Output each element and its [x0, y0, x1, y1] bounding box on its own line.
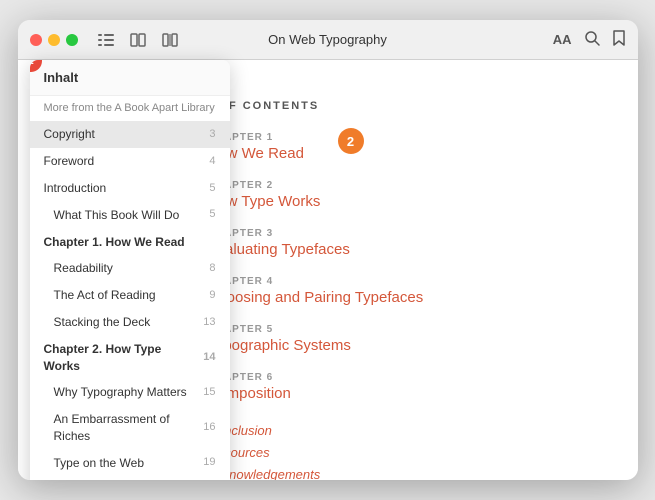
- copyright-page: 3: [209, 127, 215, 142]
- ch2-dropdown-label: Chapter 2. How Type Works: [44, 341, 196, 375]
- traffic-lights: [30, 34, 78, 46]
- toc-extra-acknowledgements[interactable]: Acknowledgements: [208, 464, 488, 480]
- toc-item-ch5: CHAPTER 5 Typographic Systems: [208, 324, 488, 354]
- ch2-title[interactable]: How Type Works: [208, 193, 488, 210]
- ch1-dropdown-label: Chapter 1. How We Read: [44, 234, 185, 251]
- search-icon[interactable]: [584, 30, 600, 50]
- main-content: TABLE OF CONTENTS 2 CHAPTER 1 How We Rea…: [18, 60, 638, 480]
- ch6-label: CHAPTER 6: [208, 372, 488, 383]
- embarrassment-page: 16: [203, 420, 215, 435]
- dropdown-item-copyright[interactable]: Copyright 3: [30, 121, 230, 148]
- type-on-web-page: 19: [203, 455, 215, 470]
- toc-extra-conclusion[interactable]: Conclusion: [208, 420, 488, 442]
- font-size-icon[interactable]: AA: [553, 32, 572, 47]
- list-icon[interactable]: [94, 28, 118, 52]
- ch3-label: CHAPTER 3: [208, 228, 488, 239]
- ch5-title[interactable]: Typographic Systems: [208, 337, 488, 354]
- ch2-label: CHAPTER 2: [208, 180, 488, 191]
- embarrassment-label: An Embarrassment of Riches: [54, 411, 196, 445]
- dropdown-item-what-this-book[interactable]: What This Book Will Do 5: [30, 202, 230, 229]
- toc-item-ch3: CHAPTER 3 Evaluating Typefaces: [208, 228, 488, 258]
- why-typography-page: 15: [203, 385, 215, 400]
- act-of-reading-page: 9: [209, 288, 215, 303]
- what-this-book-page: 5: [209, 207, 215, 222]
- toc-item-ch4: CHAPTER 4 Choosing and Pairing Typefaces: [208, 276, 488, 306]
- ch6-title[interactable]: Composition: [208, 385, 488, 402]
- dropdown-item-ch2[interactable]: Chapter 2. How Type Works 14: [30, 336, 230, 380]
- dropdown-header: Inhalt: [30, 60, 230, 96]
- ch2-dropdown-page: 14: [203, 350, 215, 365]
- dropdown-item-language-of-type[interactable]: The Language of Type 20: [30, 477, 230, 480]
- toc-item-ch2: CHAPTER 2 How Type Works: [208, 180, 488, 210]
- foreword-page: 4: [209, 154, 215, 169]
- dropdown-item-type-on-web[interactable]: Type on the Web 19: [30, 450, 230, 477]
- dropdown-panel: 1 Inhalt More from the A Book Apart Libr…: [30, 60, 230, 480]
- dropdown-more-from-library[interactable]: More from the A Book Apart Library: [30, 96, 230, 121]
- stacking-label: Stacking the Deck: [54, 314, 151, 331]
- copyright-label: Copyright: [44, 126, 95, 143]
- what-this-book-label: What This Book Will Do: [54, 207, 180, 224]
- dropdown-item-readability[interactable]: Readability 8: [30, 255, 230, 282]
- main-window: On Web Typography AA TABLE OF CONTENTS: [18, 20, 638, 480]
- ch3-title[interactable]: Evaluating Typefaces: [208, 241, 488, 258]
- window-title: On Web Typography: [268, 32, 387, 47]
- dropdown-title: Inhalt: [44, 70, 79, 85]
- dropdown-item-stacking[interactable]: Stacking the Deck 13: [30, 309, 230, 336]
- book-icon[interactable]: [126, 28, 150, 52]
- bookmark-icon[interactable]: [612, 30, 626, 50]
- foreword-label: Foreword: [44, 153, 95, 170]
- readability-label: Readability: [54, 260, 113, 277]
- readability-page: 8: [209, 261, 215, 276]
- titlebar: On Web Typography AA: [18, 20, 638, 60]
- dropdown-item-ch1[interactable]: Chapter 1. How We Read: [30, 229, 230, 256]
- why-typography-label: Why Typography Matters: [54, 384, 187, 401]
- close-button[interactable]: [30, 34, 42, 46]
- ch4-label: CHAPTER 4: [208, 276, 488, 287]
- right-icons: AA: [553, 30, 626, 50]
- stacking-page: 13: [203, 315, 215, 330]
- maximize-button[interactable]: [66, 34, 78, 46]
- dropdown-item-why-typography[interactable]: Why Typography Matters 15: [30, 379, 230, 406]
- more-from-label: More from the A Book Apart Library: [44, 101, 215, 116]
- ch4-title[interactable]: Choosing and Pairing Typefaces: [208, 289, 488, 306]
- introduction-page: 5: [209, 181, 215, 196]
- dropdown-item-foreword[interactable]: Foreword 4: [30, 148, 230, 175]
- toc-item-ch6: CHAPTER 6 Composition: [208, 372, 488, 402]
- toolbar-icons: [94, 28, 182, 52]
- dropdown-item-introduction[interactable]: Introduction 5: [30, 175, 230, 202]
- act-of-reading-label: The Act of Reading: [54, 287, 156, 304]
- type-on-web-label: Type on the Web: [54, 455, 145, 472]
- ch5-label: CHAPTER 5: [208, 324, 488, 335]
- minimize-button[interactable]: [48, 34, 60, 46]
- columns-icon[interactable]: [158, 28, 182, 52]
- toc-extras: Conclusion Resources Acknowledgements Re…: [208, 420, 488, 480]
- dropdown-item-embarrassment[interactable]: An Embarrassment of Riches 16: [30, 406, 230, 450]
- introduction-label: Introduction: [44, 180, 107, 197]
- dropdown-item-act-of-reading[interactable]: The Act of Reading 9: [30, 282, 230, 309]
- badge-2: 2: [338, 128, 364, 154]
- toc-extra-resources[interactable]: Resources: [208, 442, 488, 464]
